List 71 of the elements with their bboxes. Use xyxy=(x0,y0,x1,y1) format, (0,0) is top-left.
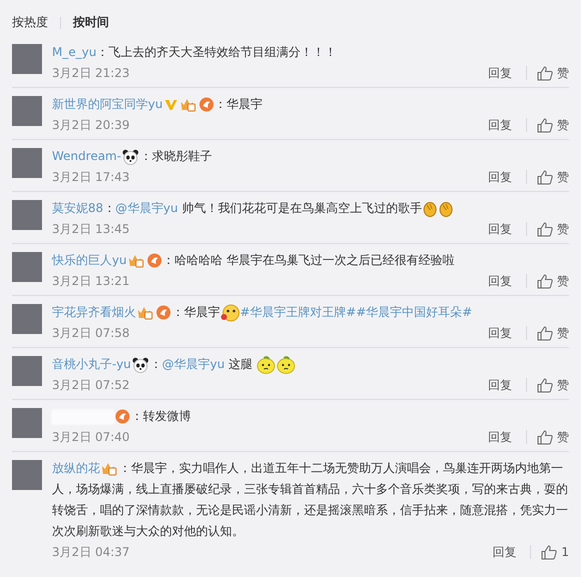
thumbs-up-icon xyxy=(537,430,553,444)
comment-time: 3月2日 17:43 xyxy=(52,168,130,186)
crown-badge-icon xyxy=(101,461,118,476)
crown-badge-icon xyxy=(137,305,154,320)
fan-badge-icon xyxy=(198,97,214,112)
thumbs-up-icon xyxy=(541,544,558,560)
sort-tab[interactable]: 按热度 xyxy=(12,14,48,31)
reply-link[interactable]: 回复 xyxy=(488,220,512,238)
comment-text: 莫安妮88：@华晨宇yu 帅气！我们花花可是在鸟巢高空上飞过的歌手 xyxy=(52,198,569,219)
like-button[interactable]: 赞 xyxy=(537,376,569,394)
thumbs-up-icon xyxy=(537,66,553,80)
comment-text: 宇花异齐看烟火 ：华晨宇 #华晨宇王牌对王牌##华晨宇中国好耳朵# xyxy=(52,302,569,323)
comment-time: 3月2日 07:52 xyxy=(52,376,130,394)
comment-text: 放纵的花 ：华晨宇，实力唱作人，出道五年十二场无赞助万人演唱会，鸟巢连开两场内地第一人，场场爆满，线上直播屡破纪录，三张专辑首首精品，六十多个音乐类奖项，写的来古典，耍的转饶舌，唱的了深情款款，无论是民谣小清新，还是摇滚黑暗系，信手拈来，随意混搭，凭实力一次次刷新歌迷与大众的对他的认知。 xyxy=(52,460,569,540)
like-button[interactable]: 1 xyxy=(541,544,569,560)
thumbs-up-icon xyxy=(537,274,553,288)
comment-time: 3月2日 13:21 xyxy=(52,272,130,290)
like-button[interactable]: 赞 xyxy=(537,324,569,342)
crown-badge-icon xyxy=(128,253,145,268)
lemon-face-icon xyxy=(256,356,276,374)
fan-badge-icon xyxy=(115,409,130,424)
crown-badge-icon xyxy=(180,97,197,112)
reply-link[interactable]: 回复 xyxy=(488,116,512,134)
reply-link[interactable]: 回复 xyxy=(488,376,512,394)
lemon-face-icon xyxy=(276,356,296,374)
sort-tab[interactable]: 按时间 xyxy=(73,14,109,31)
panda-icon xyxy=(132,356,150,373)
fan-badge-icon xyxy=(156,305,171,320)
comment-text: 音桃小丸子-yu ：@华晨宇yu 这腿 xyxy=(52,354,569,375)
avatar-placeholder[interactable] xyxy=(12,460,42,490)
thumbs-up-icon xyxy=(537,378,553,392)
comment-text: M_e_yu：飞上去的齐天大圣特效给节目组满分！！！ xyxy=(52,44,338,61)
blurred-name xyxy=(52,410,114,424)
avatar-placeholder[interactable] xyxy=(12,96,42,126)
kissing-face-icon xyxy=(220,304,240,322)
like-button[interactable]: 赞 xyxy=(537,168,569,186)
comment-time: 3月2日 20:39 xyxy=(52,116,130,134)
avatar-placeholder[interactable] xyxy=(12,356,42,386)
comment-time: 3月2日 04:37 xyxy=(52,544,130,560)
verified-icon xyxy=(164,98,178,112)
reply-link[interactable]: 回复 xyxy=(492,544,516,560)
reply-link[interactable]: 回复 xyxy=(488,272,512,290)
like-button[interactable]: 赞 xyxy=(537,220,569,238)
reply-link[interactable]: 回复 xyxy=(488,428,512,446)
avatar-placeholder[interactable] xyxy=(12,252,42,282)
thumbs-up-icon xyxy=(537,326,553,340)
comment-time: 3月2日 07:58 xyxy=(52,324,130,342)
reply-link[interactable]: 回复 xyxy=(488,324,512,342)
like-button[interactable]: 赞 xyxy=(537,428,569,446)
comment-time: 3月2日 13:45 xyxy=(52,220,130,238)
like-button[interactable]: 赞 xyxy=(537,116,569,134)
like-button[interactable]: 赞 xyxy=(537,272,569,290)
thumbs-up-icon xyxy=(537,118,553,132)
comment-time: 3月2日 07:40 xyxy=(52,428,130,446)
avatar-placeholder[interactable] xyxy=(12,200,42,230)
avatar-placeholder[interactable] xyxy=(12,304,42,334)
fan-badge-icon xyxy=(146,253,162,268)
comment-text: 快乐的巨人yu ：哈哈哈哈 华晨宇在鸟巢飞过一次之后已经很有经验啦 xyxy=(52,252,456,270)
thumbs-up-icon xyxy=(537,170,553,184)
avatar-placeholder[interactable] xyxy=(12,148,42,178)
comment-text: Wendream- ：求晓彤鞋子 xyxy=(52,148,214,167)
like-button[interactable]: 赞 xyxy=(537,64,569,82)
avatar-placeholder[interactable] xyxy=(12,408,42,438)
panda-icon xyxy=(122,148,140,165)
avatar-placeholder[interactable] xyxy=(12,44,42,74)
comment-text: ：转发微博 xyxy=(52,406,569,427)
comment-time: 3月2日 21:23 xyxy=(52,64,130,82)
reply-link[interactable]: 回复 xyxy=(488,168,512,186)
thumbs-up-icon xyxy=(537,222,553,236)
reply-link[interactable]: 回复 xyxy=(488,64,512,82)
comment-text: 新世界的阿宝同学yu ：华晨宇 xyxy=(52,96,264,114)
